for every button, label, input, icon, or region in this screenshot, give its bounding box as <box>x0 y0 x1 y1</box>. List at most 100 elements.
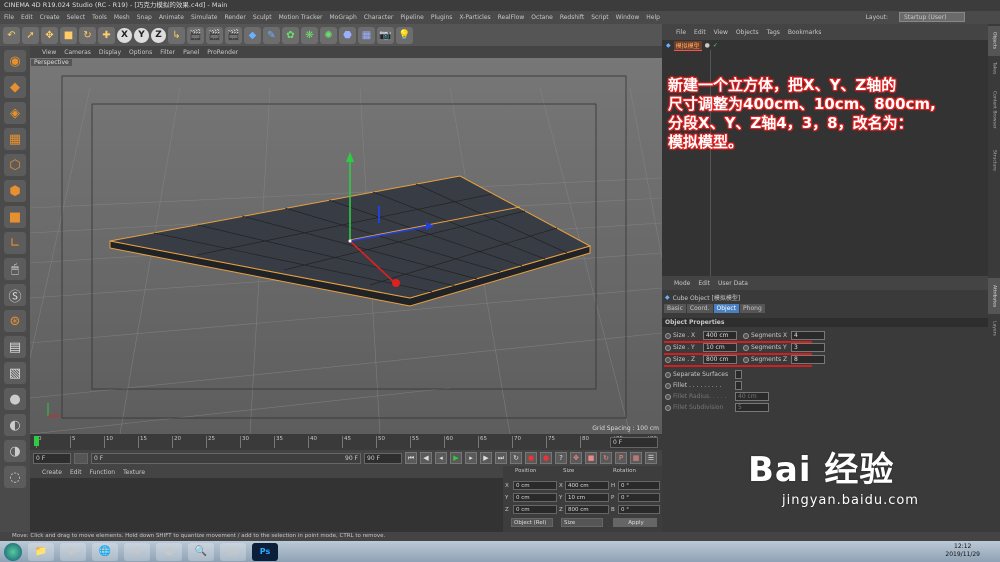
menu-select[interactable]: Select <box>67 14 86 21</box>
tab-structure[interactable]: Structure <box>988 142 1000 178</box>
polygons-mode-icon[interactable]: ■ <box>4 206 26 228</box>
menu-pipeline[interactable]: Pipeline <box>400 14 423 21</box>
quantize-icon[interactable]: ⊛ <box>4 310 26 332</box>
menu-octane[interactable]: Octane <box>531 14 553 21</box>
size-y-input[interactable]: 10 cm <box>703 343 737 352</box>
point-level-key-icon[interactable]: ▦ <box>630 452 642 464</box>
menu-realflow[interactable]: RealFlow <box>498 14 525 21</box>
photo-icon[interactable]: 🖼 <box>220 542 246 561</box>
autokey-icon[interactable]: ● <box>540 452 552 464</box>
select-icon[interactable]: ➚ <box>22 26 39 44</box>
sculpt-sphere-icon[interactable]: ● <box>4 388 26 410</box>
object-menu-objects[interactable]: Objects <box>736 29 759 36</box>
tab-layers[interactable]: Layers <box>988 316 1000 340</box>
menu-snap[interactable]: Snap <box>137 14 152 21</box>
coordinate-system-icon[interactable]: ↳ <box>168 26 185 44</box>
seg-y-anim-radio[interactable] <box>743 344 749 351</box>
texture-mode-icon[interactable]: ◈ <box>4 102 26 124</box>
media-player-icon[interactable]: ▶ <box>60 542 86 561</box>
edges-mode-icon[interactable]: ⬢ <box>4 180 26 202</box>
record-active-icon[interactable]: ● <box>525 452 537 464</box>
tab-phong[interactable]: Phong <box>740 304 765 313</box>
tab-coord[interactable]: Coord. <box>686 304 713 313</box>
search-app-icon[interactable]: 🔍 <box>188 542 214 561</box>
snap-icon[interactable]: Ⓢ <box>4 284 26 306</box>
frame-range-slider[interactable]: 0 F 90 F <box>91 452 361 464</box>
cinema4d-icon[interactable]: ◕ <box>156 542 182 561</box>
menu-mesh[interactable]: Mesh <box>114 14 130 21</box>
fillet-radius-input[interactable]: 40 cm <box>735 392 769 401</box>
tab-attributes[interactable]: Attributes <box>988 278 1000 314</box>
app-icon[interactable]: ⚙ <box>124 542 150 561</box>
menu-mograph[interactable]: MoGraph <box>330 14 357 21</box>
viewport-menu-panel[interactable]: Panel <box>183 49 199 56</box>
viewport-menu-view[interactable]: View <box>42 49 56 56</box>
object-menu-view[interactable]: View <box>714 29 728 36</box>
menu-plugins[interactable]: Plugins <box>431 14 453 21</box>
end-frame-field[interactable]: 90 F <box>364 452 402 464</box>
browser-icon[interactable]: 🌐 <box>92 542 118 561</box>
make-editable-icon[interactable]: ◉ <box>4 50 26 72</box>
tab-takes[interactable]: Takes <box>988 58 1000 78</box>
attribute-menu-edit[interactable]: Edit <box>698 280 710 287</box>
points-mode-icon[interactable]: ⬡ <box>4 154 26 176</box>
enabled-check-icon[interactable]: ✓ <box>713 42 718 49</box>
segments-z-input[interactable]: 8 <box>791 355 825 364</box>
menu-create[interactable]: Create <box>40 14 60 21</box>
system-clock[interactable]: 12:12 2019/11/29 <box>945 543 980 559</box>
viewport-menu-filter[interactable]: Filter <box>160 49 175 56</box>
attribute-menu-mode[interactable]: Mode <box>674 280 690 287</box>
apply-button[interactable]: Apply <box>613 518 657 527</box>
rotation-p-field[interactable]: 0 ° <box>618 493 660 502</box>
current-frame-field[interactable]: 0 F <box>33 452 71 464</box>
menu-help[interactable]: Help <box>646 14 660 21</box>
tab-object[interactable]: Object <box>713 304 740 313</box>
camera-icon[interactable]: 📷 <box>377 26 394 44</box>
recent-tool-icon[interactable]: ✚ <box>98 26 115 44</box>
previous-key-icon[interactable]: ◀ <box>420 452 432 464</box>
menu-sculpt[interactable]: Sculpt <box>253 14 272 21</box>
fillet-subdivision-input[interactable]: 5 <box>735 403 769 412</box>
position-key-icon[interactable]: ✥ <box>570 452 582 464</box>
play-icon[interactable]: ▶ <box>450 452 462 464</box>
rotation-b-field[interactable]: 0 ° <box>618 505 660 514</box>
z-axis-arrow[interactable] <box>392 279 400 287</box>
segments-x-input[interactable]: 4 <box>791 331 825 340</box>
object-menu-edit[interactable]: Edit <box>694 29 706 36</box>
move-icon[interactable]: ✥ <box>41 26 58 44</box>
menu-motion-tracker[interactable]: Motion Tracker <box>279 14 323 21</box>
position-z-field[interactable]: 0 cm <box>513 505 557 514</box>
subdivision-surface-icon[interactable]: ✿ <box>282 26 299 44</box>
tweak-mode-icon[interactable]: 🖱 <box>4 258 26 280</box>
undo-icon[interactable]: ↶ <box>3 26 20 44</box>
previous-frame-icon[interactable]: ◂ <box>435 452 447 464</box>
separate-surfaces-radio[interactable] <box>665 371 671 378</box>
shade-sphere-icon[interactable]: ◑ <box>4 440 26 462</box>
menu-character[interactable]: Character <box>364 14 394 21</box>
size-x-input[interactable]: 400 cm <box>703 331 737 340</box>
size-y-field[interactable]: 10 cm <box>565 493 609 502</box>
go-to-end-icon[interactable]: ⏭ <box>495 452 507 464</box>
fillet-checkbox[interactable] <box>735 381 742 390</box>
rotate-icon[interactable]: ↻ <box>79 26 96 44</box>
lighting-sphere-icon[interactable]: ◌ <box>4 466 26 488</box>
spline-pen-icon[interactable]: ✎ <box>263 26 280 44</box>
next-key-icon[interactable]: ▶ <box>480 452 492 464</box>
menu-file[interactable]: File <box>4 14 14 21</box>
size-z-field[interactable]: 800 cm <box>565 505 609 514</box>
model-mode-icon[interactable]: ◆ <box>4 76 26 98</box>
viewport-menu-display[interactable]: Display <box>99 49 121 56</box>
object-name-label[interactable]: 模拟模型 <box>673 40 702 51</box>
render-picture-viewer-icon[interactable]: 🎬 <box>206 26 223 44</box>
render-view-icon[interactable]: 🎬 <box>187 26 204 44</box>
viewport-menu-cameras[interactable]: Cameras <box>64 49 91 56</box>
tab-objects[interactable]: Objects <box>988 26 1000 56</box>
position-x-field[interactable]: 0 cm <box>513 481 557 490</box>
menu-animate[interactable]: Animate <box>159 14 184 21</box>
viewport-menu-prorender[interactable]: ProRender <box>207 49 238 56</box>
start-button-icon[interactable] <box>4 542 22 561</box>
rotation-key-icon[interactable]: ↻ <box>600 452 612 464</box>
workplane-mode-icon[interactable]: ▦ <box>4 128 26 150</box>
layout-selector[interactable]: Layout: Startup (User) <box>866 12 972 22</box>
material-menu-edit[interactable]: Edit <box>70 469 82 476</box>
